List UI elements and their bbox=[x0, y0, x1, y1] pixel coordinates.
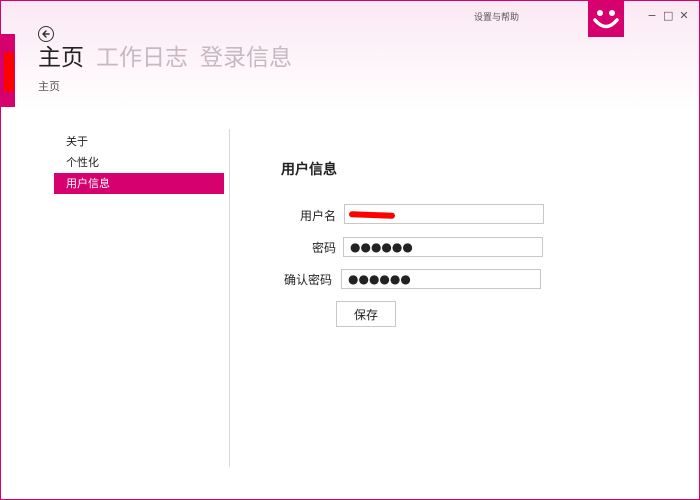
close-button[interactable]: ✕ bbox=[679, 10, 689, 22]
menu-item-user-info[interactable]: 用户信息 bbox=[54, 173, 224, 194]
side-edge-tab[interactable] bbox=[1, 34, 15, 107]
minimize-button[interactable]: − bbox=[647, 10, 657, 22]
confirm-password-label: 确认密码 bbox=[283, 273, 332, 287]
password-input[interactable] bbox=[343, 237, 543, 257]
back-arrow-icon bbox=[42, 30, 50, 38]
username-label: 用户名 bbox=[299, 209, 336, 223]
smiley-logo-icon bbox=[588, 1, 624, 37]
section-title: 用户信息 bbox=[281, 162, 337, 178]
settings-help-link[interactable]: 设置与帮助 bbox=[474, 10, 519, 23]
menu-item-personalize[interactable]: 个性化 bbox=[54, 152, 224, 173]
back-button[interactable] bbox=[38, 26, 54, 42]
vertical-divider bbox=[229, 129, 230, 467]
breadcrumb: 主页 bbox=[38, 80, 60, 93]
settings-side-menu: 关于 个性化 用户信息 bbox=[54, 131, 224, 194]
password-label: 密码 bbox=[311, 241, 336, 255]
tab-work-log[interactable]: 工作日志 bbox=[96, 44, 188, 72]
save-button[interactable]: 保存 bbox=[336, 301, 396, 327]
confirm-password-input[interactable] bbox=[341, 269, 541, 289]
tab-home[interactable]: 主页 bbox=[38, 44, 84, 72]
window-controls: − □ ✕ bbox=[647, 10, 689, 22]
maximize-button[interactable]: □ bbox=[663, 10, 673, 22]
menu-item-about[interactable]: 关于 bbox=[54, 131, 224, 152]
redaction-mark bbox=[4, 52, 14, 92]
top-nav-tabs: 主页 工作日志 登录信息 bbox=[38, 44, 292, 72]
tab-login-info[interactable]: 登录信息 bbox=[200, 44, 292, 72]
app-window: 设置与帮助 − □ ✕ 主页 工作日志 登录信息 主页 关于 个性化 用户信息 … bbox=[0, 0, 700, 500]
